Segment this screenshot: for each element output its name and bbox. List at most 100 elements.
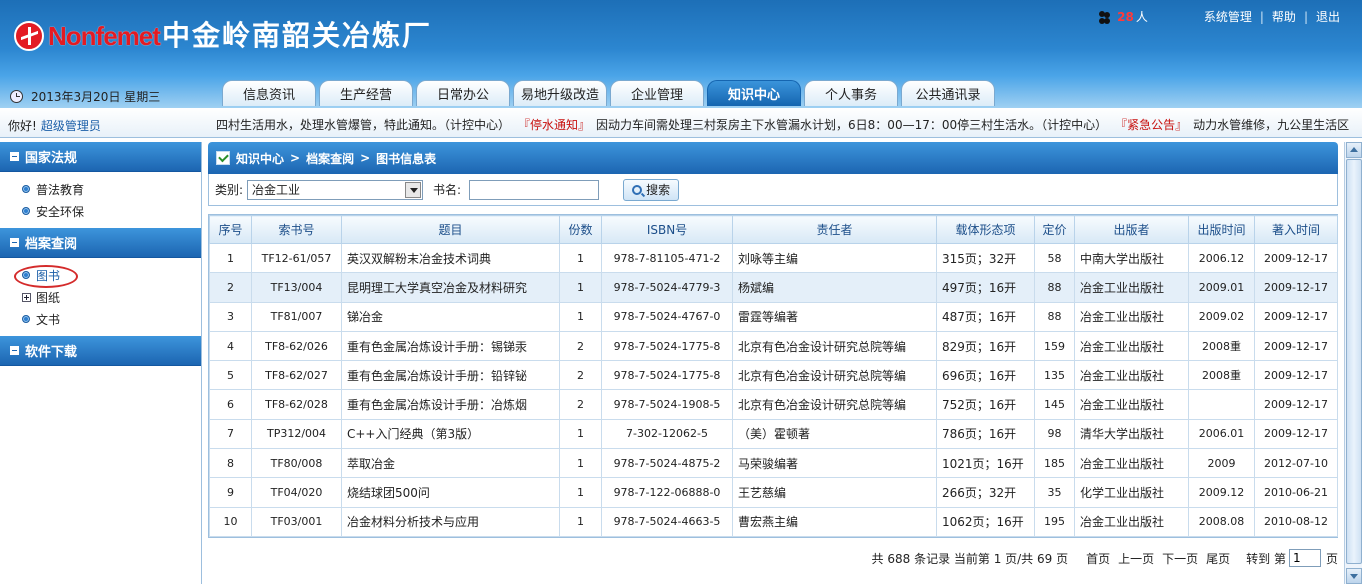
category-select[interactable]: 冶金工业 (247, 179, 424, 200)
first-page-link[interactable]: 首页 (1086, 550, 1110, 567)
table-cell: 杨斌编 (732, 272, 937, 303)
table-cell: 冶金工业出版社 (1074, 301, 1189, 332)
book-name-label: 书名: (433, 183, 462, 197)
table-cell: TF8-62/027 (251, 360, 342, 391)
table-row[interactable]: 1 TF12-61/057 英汉双解粉末冶金技术词典 1 978-7-81105-471… (209, 242, 1338, 274)
table-cell: 978-7-5024-4875-2 (601, 448, 733, 479)
scroll-thumb[interactable] (1346, 159, 1362, 564)
book-name-input[interactable] (469, 179, 600, 200)
greeting: 你好! 超级管理员 (8, 117, 101, 134)
table-cell: 2009-12-17 (1254, 360, 1338, 391)
tab-1[interactable]: 生产经营 (319, 80, 413, 106)
table-row[interactable]: 10 TF03/001 冶金材料分析技术与应用 1 978-7-5024-4663-5 曹… (209, 506, 1338, 537)
table-cell: 刘咏等主编 (732, 242, 937, 274)
page-number-input[interactable] (1288, 549, 1321, 567)
sidebar-item-safety[interactable]: 安全环保 (22, 200, 201, 222)
table-cell: 2009 (1188, 448, 1255, 479)
search-button[interactable]: 搜索 (623, 178, 680, 201)
table-cell: 2 (209, 272, 252, 303)
table-cell: 化学工业出版社 (1074, 477, 1189, 508)
table-row[interactable]: 7 TP312/004 C++入门经典（第3版） 1 7-302-12062-5 （美）霍… (209, 418, 1338, 450)
tab-4[interactable]: 企业管理 (610, 80, 704, 106)
scroll-down-icon[interactable] (1346, 568, 1362, 584)
prev-page-link[interactable]: 上一页 (1118, 550, 1154, 567)
tab-0[interactable]: 信息资讯 (222, 80, 316, 106)
column-header: 序号 (209, 215, 252, 244)
table-cell: 2010-06-21 (1254, 477, 1338, 508)
table-cell: 978-7-122-06888-0 (601, 477, 733, 508)
sidebar-section-software[interactable]: 软件下载 (0, 336, 201, 366)
table-row[interactable]: 8 TF80/008 萃取冶金 1 978-7-5024-4875-2 马荣骏编著 1021… (209, 448, 1338, 479)
table-row[interactable]: 6 TF8-62/028 重有色金属冶炼设计手册：冶炼烟 2 978-7-5024-19… (209, 389, 1338, 420)
column-header: 题目 (341, 215, 560, 244)
table-row[interactable]: 2 TF13/004 昆明理工大学真空冶金及材料研究 1 978-7-5024-4779… (209, 272, 1338, 303)
tab-7[interactable]: 公共通讯录 (901, 80, 995, 106)
ticker-text: 因动力车间需处理三村泵房主下水管漏水计划，6日8：00—17：00停三村生活水。… (596, 118, 1108, 132)
sidebar-item-drawings[interactable]: 图纸 (22, 286, 201, 308)
table-cell: 锑冶金 (341, 301, 560, 332)
table-cell: 2009.02 (1188, 301, 1255, 332)
table-cell: 2 (559, 360, 602, 391)
table-cell: 冶金材料分析技术与应用 (341, 506, 560, 537)
sidebar-item-law-education[interactable]: 普法教育 (22, 178, 201, 200)
column-header: 载体形态项 (936, 215, 1035, 244)
table-row[interactable]: 9 TF04/020 烧结球团500问 1 978-7-122-06888-0 王艺慈编 2… (209, 477, 1338, 508)
tab-3[interactable]: 易地升级改造 (513, 80, 607, 106)
sidebar-section-archives[interactable]: 档案查阅 (0, 228, 201, 258)
logout-link[interactable]: 退出 (1316, 8, 1340, 25)
table-cell: 315页；32开 (936, 242, 1035, 274)
top-right-links: 28 人 系统管理 | 帮助 | 退出 (1099, 8, 1340, 25)
bullet-icon (22, 185, 30, 193)
table-cell: 1 (559, 477, 602, 508)
sidebar-section-laws[interactable]: 国家法规 (0, 142, 201, 172)
sidebar-item-books[interactable]: 图书 (14, 264, 201, 288)
table-row[interactable]: 5 TF8-62/027 重有色金属冶炼设计手册：铅锌铋 2 978-7-5024-17… (209, 360, 1338, 391)
online-unit: 人 (1135, 10, 1148, 24)
table-cell: 696页；16开 (936, 360, 1035, 391)
help-link[interactable]: 帮助 (1272, 8, 1296, 25)
table-cell: 2009.12 (1188, 477, 1255, 508)
table-row[interactable]: 3 TF81/007 锑冶金 1 978-7-5024-4767-0 雷霆等编著 487页；… (209, 301, 1338, 332)
breadcrumb-item: 知识中心 (236, 151, 285, 166)
table-cell: 752页；16开 (936, 389, 1035, 420)
last-page-link[interactable]: 尾页 (1206, 550, 1230, 567)
chevron-down-icon[interactable] (405, 181, 422, 198)
sidebar-item-label: 安全环保 (36, 204, 85, 219)
table-cell: 重有色金属冶炼设计手册：铅锌铋 (341, 360, 560, 391)
table-cell: 978-7-81105-471-2 (601, 242, 733, 274)
expand-icon[interactable] (22, 292, 31, 302)
sidebar-section-title: 国家法规 (25, 151, 78, 166)
table-cell: 冶金工业出版社 (1074, 272, 1189, 303)
table-cell: 978-7-5024-1775-8 (601, 330, 733, 362)
sidebar-item-documents[interactable]: 文书 (22, 308, 201, 330)
table-cell: 978-7-5024-4779-3 (601, 272, 733, 303)
next-page-link[interactable]: 下一页 (1162, 550, 1198, 567)
table-cell: 2009-12-17 (1254, 242, 1338, 274)
app-header: Nonfemet 中金岭南韶关冶炼厂 28 人 系统管理 | 帮助 | 退出 2… (0, 0, 1362, 108)
scroll-up-icon[interactable] (1346, 142, 1362, 158)
breadcrumb: 知识中心 > 档案查阅 > 图书信息表 (208, 142, 1338, 174)
notice-ticker[interactable]: 四村生活用水，处理水管爆管，特此通知。（计控中心） 『停水通知』 因动力车间需处理三… (216, 116, 1362, 133)
table-cell: 清华大学出版社 (1074, 418, 1189, 450)
tab-6[interactable]: 个人事务 (804, 80, 898, 106)
tab-2[interactable]: 日常办公 (416, 80, 510, 106)
column-header: 责任者 (732, 215, 937, 244)
system-admin-link[interactable]: 系统管理 (1204, 8, 1252, 25)
clock-icon (10, 90, 23, 103)
date-display: 2013年3月20日 星期三 (10, 88, 160, 105)
table-cell: 2010-08-12 (1254, 506, 1338, 537)
table-cell: 英汉双解粉末冶金技术词典 (341, 242, 560, 274)
table-cell: 2006.12 (1188, 242, 1255, 274)
table-cell: 昆明理工大学真空冶金及材料研究 (341, 272, 560, 303)
tab-5[interactable]: 知识中心 (707, 80, 801, 106)
table-cell: 1 (559, 506, 602, 537)
vertical-scrollbar[interactable] (1344, 142, 1362, 584)
sidebar-item-label: 普法教育 (36, 182, 85, 197)
collapse-icon (10, 152, 19, 161)
search-icon (632, 184, 643, 195)
current-user-link[interactable]: 超级管理员 (41, 119, 101, 133)
table-cell: 1 (559, 242, 602, 274)
table-row[interactable]: 4 TF8-62/026 重有色金属冶炼设计手册：锡锑汞 2 978-7-5024-17… (209, 330, 1338, 362)
table-cell: 2009-12-17 (1254, 330, 1338, 362)
search-button-label: 搜索 (646, 183, 671, 197)
